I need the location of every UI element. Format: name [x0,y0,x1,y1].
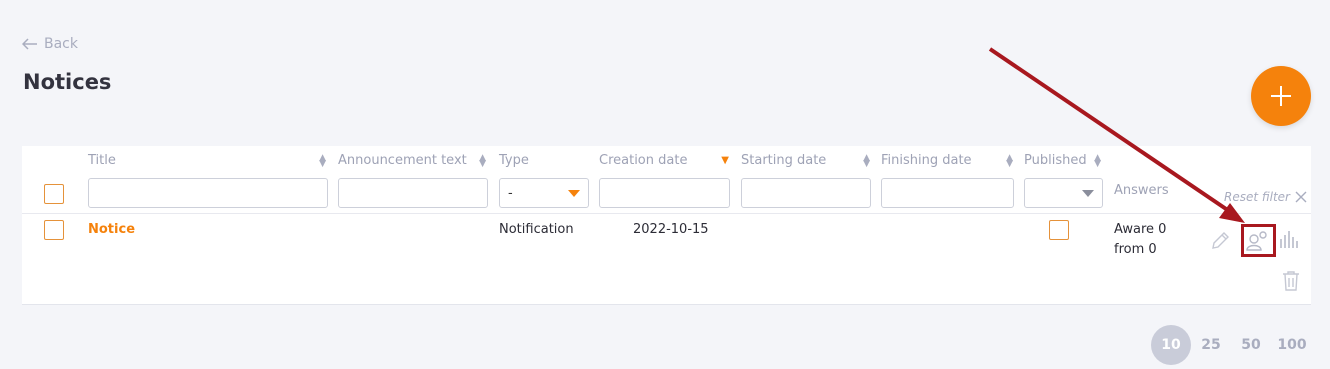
reset-filter-button[interactable]: Reset filter [1224,190,1308,204]
plus-icon [1271,86,1291,106]
notice-type: Notification [499,222,574,237]
sort-icon: ▲ ▼ [1094,152,1101,169]
column-header-announcement[interactable]: Announcement text ▲ ▼ [338,153,486,168]
column-header-type[interactable]: Type [499,153,588,168]
sort-desc-icon: ▼ [721,155,729,166]
sort-icon: ▲ ▼ [1006,152,1013,169]
page-size-25[interactable]: 25 [1198,325,1224,365]
notice-title-link[interactable]: Notice [88,222,135,237]
column-header-finishing-date[interactable]: Finishing date ▲ ▼ [881,153,1013,168]
close-icon [1295,191,1307,203]
sort-icon: ▲ ▼ [319,152,326,169]
notices-table: Title ▲ ▼ Announcement text ▲ ▼ Type Creat… [22,146,1311,305]
highlight-box [1241,224,1276,257]
page-title: Notices [23,70,112,94]
announcement-filter-input[interactable] [338,178,488,208]
published-checkbox[interactable] [1049,220,1069,240]
column-header-title[interactable]: Title ▲ ▼ [88,153,326,168]
answers-aware: Aware 0 [1114,222,1167,237]
back-label: Back [44,36,78,52]
column-header-creation-date[interactable]: Creation date ▼ [599,153,729,168]
chevron-down-icon [1082,189,1094,197]
trash-icon[interactable] [1281,270,1301,292]
type-filter-select[interactable]: - [499,178,589,208]
finishing-date-filter-input[interactable] [881,178,1014,208]
title-filter-input[interactable] [88,178,328,208]
answers-from: from 0 [1114,242,1157,257]
stats-icon[interactable] [1279,230,1301,250]
page-size-10[interactable]: 10 [1151,325,1191,365]
column-header-published[interactable]: Published ▲ ▼ [1024,153,1101,168]
arrow-left-icon [22,38,37,50]
page-size-100[interactable]: 100 [1276,325,1308,365]
header-divider [22,213,1311,214]
add-notice-button[interactable] [1251,66,1311,126]
starting-date-filter-input[interactable] [741,178,871,208]
creation-date-filter-input[interactable] [599,178,730,208]
page-size-50[interactable]: 50 [1237,325,1265,365]
select-all-checkbox[interactable] [44,184,64,204]
published-filter-select[interactable] [1024,178,1103,208]
row-checkbox[interactable] [44,220,64,240]
chevron-down-icon [568,189,580,197]
pencil-icon[interactable] [1209,230,1231,252]
answers-header: Answers [1114,183,1169,198]
notice-creation-date: 2022-10-15 [633,222,709,237]
column-header-starting-date[interactable]: Starting date ▲ ▼ [741,153,870,168]
back-link[interactable]: Back [22,36,78,52]
sort-icon: ▲ ▼ [479,152,486,169]
sort-icon: ▲ ▼ [863,152,870,169]
